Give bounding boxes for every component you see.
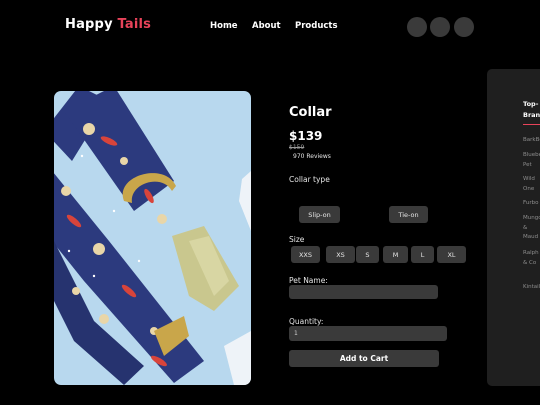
size-s-button[interactable]: S [356,246,379,263]
brand-link[interactable]: Mungo & Maud [523,214,540,243]
site-logo[interactable]: Happy Tails [65,17,151,32]
size-l-button[interactable]: L [411,246,434,263]
size-label: Size [289,235,305,244]
product-image [54,91,251,385]
size-xxs-button[interactable]: XXS [291,246,320,263]
collar-type-slip-on-button[interactable]: Slip-on [299,206,340,223]
brand-link[interactable]: BarkBox [523,136,540,146]
collar-type-label: Collar type [289,175,330,184]
user-icon[interactable] [454,17,474,37]
title-underline [523,124,540,125]
pet-name-label: Pet Name: [289,276,328,285]
nav-home[interactable]: Home [210,21,238,31]
add-to-cart-button[interactable]: Add to Cart [289,350,439,367]
top-brands-title: Top-Brands [523,100,540,119]
product-title: Collar [289,105,332,120]
quantity-input[interactable]: 1 [289,326,447,341]
collar-photo-illustration [54,91,251,385]
size-xl-button[interactable]: XL [437,246,466,263]
brand-link[interactable]: Wild One [523,175,540,194]
nav-about[interactable]: About [252,21,281,31]
product-price: $139 [289,129,323,143]
cart-icon[interactable] [430,17,450,37]
search-icon[interactable] [407,17,427,37]
logo-text: Happy [65,17,118,32]
reviews-count[interactable]: 970 Reviews [293,153,331,160]
size-m-button[interactable]: M [383,246,408,263]
brand-link[interactable]: Kintails [523,283,540,293]
product-old-price: $159 [289,144,305,151]
logo-accent-text: Tails [117,17,152,32]
collar-type-tie-on-button[interactable]: Tie-on [389,206,428,223]
brand-link[interactable]: Furbo [523,199,540,209]
brand-link[interactable]: Ralph & Co [523,249,540,268]
nav-products[interactable]: Products [295,21,338,31]
top-brands-panel: Top-Brands BarkBox Blueberry Pet Wild On… [487,69,540,386]
brand-link[interactable]: Blueberry Pet [523,151,540,170]
pet-name-input[interactable] [289,285,438,299]
quantity-label: Quantity: [289,317,324,326]
size-xs-button[interactable]: XS [326,246,355,263]
